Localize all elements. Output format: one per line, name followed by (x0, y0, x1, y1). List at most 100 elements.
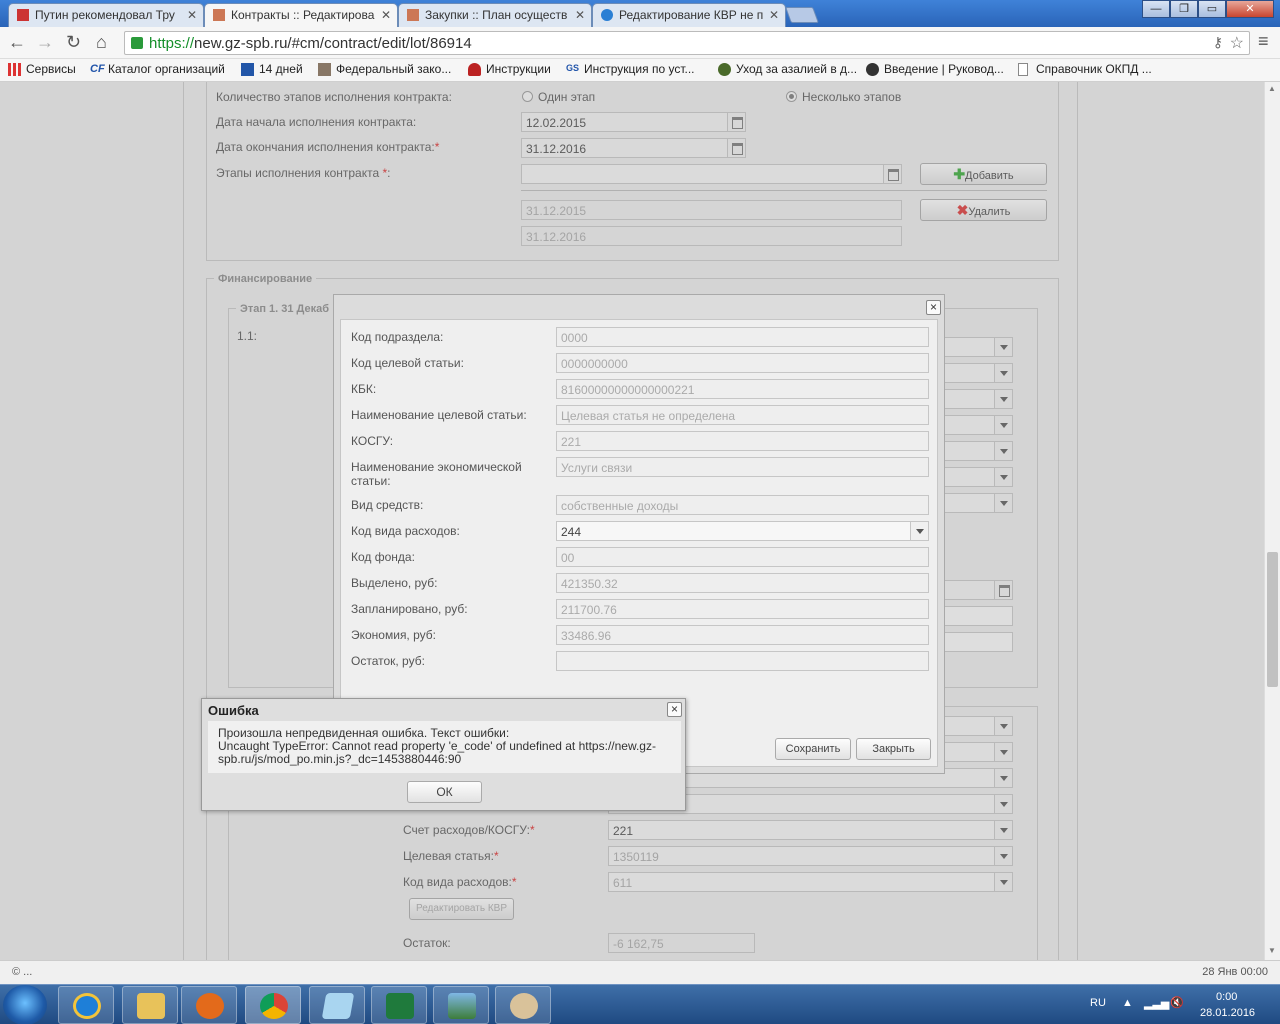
close-button[interactable]: Закрыть (856, 738, 931, 760)
allocated-field[interactable]: 421350.32 (556, 573, 929, 593)
tab-contracts[interactable]: Контракты :: Редактирова ✕ (204, 3, 398, 28)
planned-field[interactable]: 211700.76 (556, 599, 929, 619)
page-icon (1018, 63, 1028, 76)
status-left: © ... (12, 966, 33, 978)
lock-icon (131, 37, 143, 49)
subsection-code-field[interactable]: 0000 (556, 327, 929, 347)
bookmark-catalog[interactable]: CF Каталог организаций (90, 62, 225, 76)
field-label: Код вида расходов: (351, 524, 460, 538)
close-icon[interactable]: ✕ (381, 8, 391, 22)
close-window-button[interactable]: ✕ (1226, 0, 1274, 18)
close-icon[interactable]: × (667, 702, 682, 717)
error-message: Произошла непредвиденная ошибка. Текст о… (208, 721, 681, 773)
close-icon[interactable]: ✕ (769, 8, 779, 22)
field-label: Экономия, руб: (351, 628, 436, 642)
paint-icon[interactable] (495, 986, 551, 1024)
clock-time[interactable]: 0:00 (1216, 991, 1237, 1003)
media-player-icon[interactable] (181, 986, 237, 1024)
close-icon[interactable]: × (926, 300, 941, 315)
chevron-down-icon[interactable] (910, 522, 928, 540)
excel-icon[interactable] (371, 986, 427, 1024)
bookmarks-bar: Сервисы CF Каталог организаций 14 дней Фе… (0, 59, 1280, 82)
bookmark-federal-law[interactable]: Федеральный зако... (318, 62, 451, 76)
tools-icon (407, 9, 419, 21)
minimize-button[interactable]: — (1142, 0, 1170, 18)
restore-button[interactable]: ❐ (1170, 0, 1198, 18)
reload-icon[interactable]: ↻ (66, 32, 81, 52)
tab-strip: Путин рекомендовал Тру ✕ Контракты :: Ре… (0, 0, 1280, 28)
bookmark-14-days[interactable]: 14 дней (241, 62, 303, 76)
volume-icon[interactable]: 🔇 (1170, 996, 1184, 1009)
scrollbar-thumb[interactable] (1267, 552, 1278, 687)
savings-field[interactable]: 33486.96 (556, 625, 929, 645)
scroll-down-icon[interactable]: ▼ (1268, 946, 1276, 955)
field-label: Код целевой статьи: (351, 356, 464, 370)
field-label: Остаток, руб: (351, 654, 425, 668)
error-dialog-title: Ошибка (208, 703, 259, 718)
chrome-icon[interactable] (245, 986, 301, 1024)
tray-expand-icon[interactable]: ▲ (1122, 997, 1133, 1009)
clock-date[interactable]: 28.01.2016 (1200, 1007, 1255, 1019)
key-icon[interactable]: ⚷ (1213, 34, 1223, 51)
field-label: Наименование экономической статьи: (351, 460, 522, 488)
start-button[interactable] (3, 985, 47, 1024)
fund-code-field[interactable]: 00 (556, 547, 929, 567)
field-label: Запланировано, руб: (351, 602, 468, 616)
target-name-field[interactable]: Целевая статья не определена (556, 405, 929, 425)
notepad-icon[interactable] (309, 986, 365, 1024)
save-button[interactable]: Сохранить (775, 738, 851, 760)
photos-icon[interactable] (433, 986, 489, 1024)
bookmark-services[interactable]: Сервисы (8, 62, 76, 76)
close-icon[interactable]: ✕ (575, 8, 585, 22)
menu-icon[interactable]: ≡ (1258, 31, 1269, 52)
tools-icon (213, 9, 225, 21)
help-icon (601, 9, 613, 21)
star-icon[interactable]: ☆ (1230, 33, 1244, 53)
pin-icon (468, 63, 481, 76)
bookmark-install-instructions[interactable]: GS Инструкция по уст... (566, 62, 694, 76)
gs-icon: GS (566, 63, 580, 73)
maximize-button[interactable]: ▭ (1198, 0, 1226, 18)
kbk-field[interactable]: 81600000000000000221 (556, 379, 929, 399)
scroll-up-icon[interactable]: ▲ (1268, 84, 1276, 93)
status-bar: © ... 28 Янв 00:00 (0, 960, 1280, 984)
bookmark-azalea[interactable]: Уход за азалией в д... (718, 62, 857, 76)
tab-purchases[interactable]: Закупки :: План осуществ ✕ (398, 3, 592, 27)
address-bar[interactable]: https://new.gz-spb.ru/#cm/contract/edit/… (124, 31, 1250, 55)
economic-name-field[interactable]: Услуги связи (556, 457, 929, 477)
explorer-icon[interactable] (122, 986, 178, 1024)
page-scrollbar[interactable]: ▲ ▼ (1264, 82, 1280, 960)
field-label: Код фонда: (351, 550, 415, 564)
browser-toolbar: ← → ↻ ⌂ https://new.gz-spb.ru/#cm/contra… (0, 27, 1280, 59)
field-label: Вид средств: (351, 498, 424, 512)
apps-icon (8, 63, 21, 76)
home-icon[interactable]: ⌂ (96, 32, 107, 52)
close-icon[interactable]: ✕ (187, 8, 197, 22)
status-datetime: 28 Янв 00:00 (1202, 966, 1268, 978)
target-code-field[interactable]: 0000000000 (556, 353, 929, 373)
new-tab-button[interactable] (785, 7, 819, 23)
g-icon (866, 63, 879, 76)
bookmark-instructions[interactable]: Инструкции (468, 62, 551, 76)
bookmark-guide[interactable]: Введение | Руковод... (866, 62, 1004, 76)
ok-button[interactable]: ОК (407, 781, 482, 803)
error-dialog: Ошибка × Произошла непредвиденная ошибка… (201, 698, 686, 811)
back-icon[interactable]: ← (8, 32, 26, 52)
tab-news[interactable]: Путин рекомендовал Тру ✕ (8, 3, 204, 27)
url-text: new.gz-spb.ru/#cm/contract/edit/lot/8691… (194, 35, 472, 52)
network-icon[interactable]: ▂▃▅ (1144, 997, 1169, 1010)
field-label: КБК: (351, 382, 377, 396)
field-label: КОСГУ: (351, 434, 394, 448)
catalog-icon: CF (90, 63, 105, 75)
expense-type-code-select[interactable]: 244 (556, 521, 929, 541)
language-indicator[interactable]: RU (1090, 997, 1106, 1009)
bookmark-okpd[interactable]: Справочник ОКПД ... (1018, 62, 1152, 76)
url-scheme: https:// (149, 35, 195, 52)
remainder-rub-field[interactable] (556, 651, 929, 671)
kosgu-field[interactable]: 221 (556, 431, 929, 451)
news-icon (17, 9, 29, 21)
forward-icon[interactable]: → (36, 32, 54, 52)
funds-type-field[interactable]: собственные доходы (556, 495, 929, 515)
ie-icon[interactable] (58, 986, 114, 1024)
tab-kvr[interactable]: Редактирование КВР не п ✕ (592, 3, 786, 27)
